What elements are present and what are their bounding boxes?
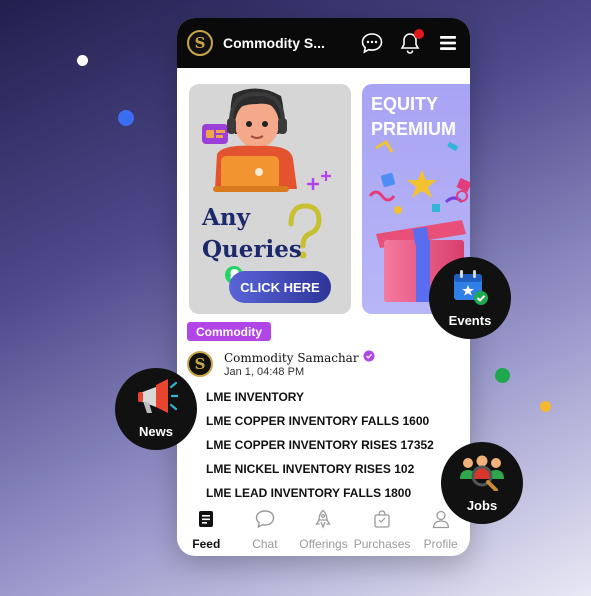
- post-line: LME INVENTORY: [206, 390, 305, 404]
- notification-dot: [414, 29, 424, 39]
- click-here-button[interactable]: CLICK HERE: [229, 271, 331, 303]
- app-logo[interactable]: S: [187, 30, 213, 56]
- events-label: Events: [448, 313, 492, 328]
- chat-bubble-icon[interactable]: [360, 31, 384, 55]
- queries-line2: Queries: [202, 236, 302, 263]
- decor-dot-yellow: [540, 401, 551, 412]
- nav-offerings[interactable]: Offerings: [294, 509, 352, 551]
- top-bar: S Commodity S...: [177, 18, 470, 68]
- nav-profile-label: Profile: [423, 537, 458, 551]
- events-badge[interactable]: Events: [429, 257, 511, 339]
- queries-heading: Any Queries: [202, 202, 302, 266]
- post-date: Jan 1, 04:48 PM: [224, 366, 305, 378]
- nav-purchases[interactable]: Purchases: [353, 509, 411, 551]
- megaphone-icon: [134, 379, 180, 422]
- phone-screen: S Commodity S... Any Queries CLICK HERE …: [177, 18, 470, 556]
- nav-offerings-label: Offerings: [299, 537, 348, 551]
- calendar-icon: [451, 268, 489, 311]
- decor-dot-blue: [118, 110, 134, 126]
- category-tag[interactable]: Commodity: [187, 322, 271, 341]
- chat-icon: [254, 509, 276, 534]
- post-author: Commodity Samachar: [224, 350, 359, 365]
- team-search-icon: [456, 453, 508, 496]
- nav-chat[interactable]: Chat: [236, 509, 294, 551]
- news-badge[interactable]: News: [115, 368, 197, 450]
- author-avatar[interactable]: S: [187, 351, 213, 377]
- post-header[interactable]: S Commodity Samachar Jan 1, 04:48 PM: [187, 350, 375, 378]
- shopping-bag-icon: [372, 509, 392, 534]
- avatar-letter: S: [194, 355, 206, 373]
- app-title: Commodity S...: [223, 35, 325, 51]
- jobs-badge[interactable]: Jobs: [441, 442, 523, 524]
- decor-dot-green: [495, 368, 510, 383]
- bottom-nav: Feed Chat Offerings Purchases Profile: [177, 504, 470, 556]
- bell-icon[interactable]: [398, 29, 424, 55]
- nav-feed-label: Feed: [192, 537, 221, 551]
- rocket-icon: [313, 509, 333, 534]
- menu-icon[interactable]: [436, 31, 460, 55]
- verified-icon: [363, 350, 375, 365]
- nav-purchases-label: Purchases: [353, 537, 411, 551]
- feed-icon: [196, 509, 216, 534]
- post-line: LME NICKEL INVENTORY RISES 102: [206, 462, 415, 476]
- decor-dot-white: [77, 55, 88, 66]
- post-body: LME INVENTORY LME COPPER INVENTORY FALLS…: [206, 389, 434, 509]
- nav-feed[interactable]: Feed: [177, 509, 235, 551]
- queries-line1: Any: [202, 204, 250, 231]
- user-icon: [431, 509, 451, 534]
- news-label: News: [139, 424, 173, 439]
- logo-letter: S: [194, 34, 206, 52]
- banner-carousel[interactable]: Any Queries CLICK HERE EQUITY PREMIUM: [189, 84, 470, 314]
- post-line: LME COPPER INVENTORY FALLS 1600: [206, 414, 430, 428]
- queries-banner[interactable]: Any Queries CLICK HERE: [189, 84, 351, 314]
- post-author-row: Commodity Samachar: [224, 350, 375, 365]
- nav-chat-label: Chat: [252, 537, 278, 551]
- post-line: LME COPPER INVENTORY RISES 17352: [206, 438, 434, 452]
- jobs-label: Jobs: [466, 498, 498, 513]
